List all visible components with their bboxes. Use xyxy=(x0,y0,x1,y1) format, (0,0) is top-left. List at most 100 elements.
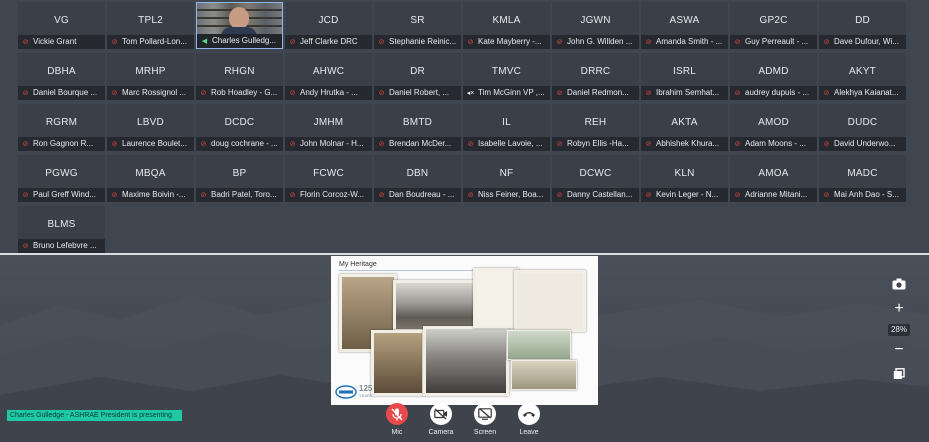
participant-name: Adam Moons - ... xyxy=(745,139,806,148)
participant-tile[interactable]: GP2C ⊘ Guy Perreault - ... xyxy=(730,2,817,49)
mic-muted-icon: ⊘ xyxy=(645,90,652,97)
participant-name: John G. Willden ... xyxy=(567,37,633,46)
leave-button-circle[interactable] xyxy=(518,403,540,425)
participant-tile[interactable]: ADMD ⊘ audrey dupuis - ... xyxy=(730,53,817,100)
participant-tile[interactable]: PGWG ⊘ Paul Greff Wind... xyxy=(18,155,105,202)
participant-tile[interactable]: JGWN ⊘ John G. Willden ... xyxy=(552,2,639,49)
participant-namebar: ⊘ David Underwo... xyxy=(819,137,906,151)
participant-tile[interactable]: KLN ⊘ Kevin Leger - N... xyxy=(641,155,728,202)
participant-tile[interactable]: TPL2 ⊘ Tom Pollard-Lon... xyxy=(107,2,194,49)
camera-button-circle[interactable] xyxy=(430,403,452,425)
mic-muted-icon: ⊘ xyxy=(22,243,29,250)
mic-muted-icon: ⊘ xyxy=(823,141,830,148)
participant-initials: REH xyxy=(584,117,607,128)
participant-tile[interactable]: RGRM ⊘ Ron Gagnon R... xyxy=(18,104,105,151)
participant-namebar: ⊘ Niss Feiner, Boa... xyxy=(463,188,550,202)
participant-namebar: ⊘ Isabelle Lavoie, ... xyxy=(463,137,550,151)
camera-button[interactable]: Camera xyxy=(421,403,461,436)
screen-share-button-circle[interactable] xyxy=(474,403,496,425)
participant-tile[interactable]: DBHA ⊘ Daniel Bourque ... xyxy=(18,53,105,100)
participant-tile[interactable]: DRRC ⊘ Daniel Redmon... xyxy=(552,53,639,100)
participant-name: Danny Castellan... xyxy=(567,190,633,199)
participant-tile[interactable]: MADC ⊘ Mai Anh Dao - S... xyxy=(819,155,906,202)
screenshot-button[interactable] xyxy=(886,273,912,295)
participant-tile[interactable]: FCWC ⊘ Florin Corcoz-W... xyxy=(285,155,372,202)
mic-button-circle[interactable] xyxy=(386,403,408,425)
participant-tile[interactable]: RHGN ⊘ Rob Hoadley - G... xyxy=(196,53,283,100)
camera-off-icon xyxy=(434,408,447,420)
participant-tile[interactable]: KMLA ⊘ Kate Mayberry -... xyxy=(463,2,550,49)
participant-tile[interactable]: REH ⊘ Robyn Ellis -Ha... xyxy=(552,104,639,151)
mic-muted-icon: ⊘ xyxy=(22,192,29,199)
participant-tile[interactable]: SR ⊘ Stephanie Reinic... xyxy=(374,2,461,49)
participant-tile[interactable]: BLMS ⊘ Bruno Lefebvre ... xyxy=(18,206,105,253)
zoom-out-button[interactable]: − xyxy=(886,339,912,361)
participant-tile[interactable]: ISRL ⊘ Ibrahim Semhat... xyxy=(641,53,728,100)
participant-tile-video[interactable]: ◀ Charles Gulledg... xyxy=(196,2,283,49)
participant-tile[interactable]: AMOA ⊘ Adrianne Mitani... xyxy=(730,155,817,202)
participant-namebar: ⊘ Brendan McDer... xyxy=(374,137,461,151)
speaker-icon: ◀ xyxy=(201,38,208,45)
participant-namebar: ⊘ Kevin Leger - N... xyxy=(641,188,728,202)
participant-namebar: ⊘ Jeff Clarke DRC xyxy=(285,35,372,49)
leave-button[interactable]: Leave xyxy=(509,403,549,436)
shared-screen-slide: My Heritage 125 YEARS xyxy=(331,256,598,405)
participant-name: Daniel Robert, ... xyxy=(389,88,450,97)
participant-tile[interactable]: MBQA ⊘ Maxime Boivin -... xyxy=(107,155,194,202)
participant-namebar: ◂× Tim McGinn VP ,... xyxy=(463,86,550,100)
participant-namebar: ◀ Charles Gulledg... xyxy=(197,34,282,48)
participant-initials: JCD xyxy=(318,15,339,26)
participant-tile[interactable]: MRHP ⊘ Marc Rossignol ... xyxy=(107,53,194,100)
screen-share-button[interactable]: Screen xyxy=(465,403,505,436)
participant-initials: DUDC xyxy=(847,117,878,128)
participant-initials: ISRL xyxy=(672,66,697,77)
participant-namebar: ⊘ audrey dupuis - ... xyxy=(730,86,817,100)
participant-tile[interactable]: DD ⊘ Dave Dufour, Wi... xyxy=(819,2,906,49)
participant-tile[interactable]: LBVD ⊘ Laurence Boulet... xyxy=(107,104,194,151)
participant-tile[interactable]: IL ⊘ Isabelle Lavoie, ... xyxy=(463,104,550,151)
participant-tile[interactable]: DR ⊘ Daniel Robert, ... xyxy=(374,53,461,100)
participant-tile[interactable]: TMVC ◂× Tim McGinn VP ,... xyxy=(463,53,550,100)
participant-name: Rob Hoadley - G... xyxy=(211,88,278,97)
mic-muted-icon: ⊘ xyxy=(467,39,474,46)
participant-tile[interactable]: AHWC ⊘ Andy Hrutka - ... xyxy=(285,53,372,100)
participant-namebar: ⊘ Danny Castellan... xyxy=(552,188,639,202)
participant-tile[interactable]: AKTA ⊘ Abhishek Khura... xyxy=(641,104,728,151)
mic-muted-icon: ⊘ xyxy=(111,90,118,97)
participant-tile[interactable]: DUDC ⊘ David Underwo... xyxy=(819,104,906,151)
participant-name: Dan Boudreau - ... xyxy=(389,190,455,199)
mic-muted-icon: ⊘ xyxy=(378,192,385,199)
family-photo xyxy=(371,330,425,396)
participant-name: Laurence Boulet... xyxy=(122,139,187,148)
participant-tile[interactable]: ASWA ⊘ Amanda Smith - ... xyxy=(641,2,728,49)
participant-tile[interactable]: VG ⊘ Vickie Grant xyxy=(18,2,105,49)
participant-tile[interactable]: NF ⊘ Niss Feiner, Boa... xyxy=(463,155,550,202)
mic-muted-icon: ⊘ xyxy=(734,192,741,199)
mic-muted-icon: ⊘ xyxy=(556,141,563,148)
participant-namebar: ⊘ Florin Corcoz-W... xyxy=(285,188,372,202)
mic-muted-icon: ⊘ xyxy=(22,141,29,148)
participant-tile[interactable]: DCDC ⊘ doug cochrane - ... xyxy=(196,104,283,151)
participant-tile[interactable]: BMTD ⊘ Brendan McDer... xyxy=(374,104,461,151)
participant-name: Tom Pollard-Lon... xyxy=(122,37,187,46)
participant-initials: AMOD xyxy=(758,117,789,128)
participant-tile[interactable]: DCWC ⊘ Danny Castellan... xyxy=(552,155,639,202)
zoom-in-button[interactable]: + xyxy=(886,298,912,320)
participant-tile[interactable]: AKYT ⊘ Alekhya Kaianat... xyxy=(819,53,906,100)
participant-namebar: ⊘ John Molnar - H... xyxy=(285,137,372,151)
participant-tile[interactable]: AMOD ⊘ Adam Moons - ... xyxy=(730,104,817,151)
participant-tile[interactable]: BP ⊘ Badri Patel, Toro... xyxy=(196,155,283,202)
fit-screen-button[interactable] xyxy=(886,363,912,385)
participant-initials: IL xyxy=(502,117,511,128)
participant-tile[interactable]: DBN ⊘ Dan Boudreau - ... xyxy=(374,155,461,202)
participant-tile[interactable]: JMHM ⊘ John Molnar - H... xyxy=(285,104,372,151)
mic-button[interactable]: Mic xyxy=(377,403,417,436)
participant-initials: MADC xyxy=(847,168,878,179)
participant-namebar: ⊘ Kate Mayberry -... xyxy=(463,35,550,49)
screen-label: Screen xyxy=(473,429,497,436)
participant-name: Jeff Clarke DRC xyxy=(300,37,358,46)
participant-tile[interactable]: JCD ⊘ Jeff Clarke DRC xyxy=(285,2,372,49)
participant-initials: DR xyxy=(410,66,425,77)
camera-icon xyxy=(892,278,906,290)
camera-label: Camera xyxy=(428,429,454,436)
